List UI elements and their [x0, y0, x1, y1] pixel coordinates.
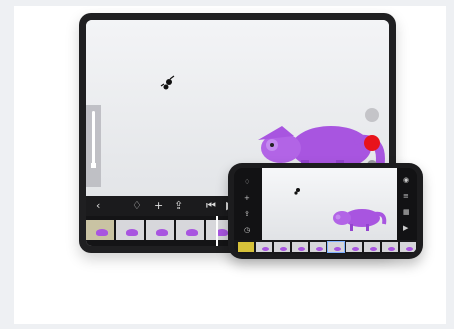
frame-thumbnail[interactable]	[346, 242, 362, 252]
camera-icon[interactable]: ◉	[403, 176, 409, 184]
add-icon[interactable]: +	[154, 199, 163, 213]
playhead-marker[interactable]	[216, 216, 218, 246]
frame-thumbnail[interactable]	[86, 220, 114, 240]
chameleon-thumb	[156, 229, 168, 236]
frame-thumbnail-selected[interactable]	[327, 241, 345, 253]
slider-handle[interactable]	[91, 163, 96, 168]
timer-icon[interactable]: ◷	[244, 226, 250, 234]
chameleon-thumb	[262, 247, 269, 251]
record-button[interactable]	[364, 135, 380, 151]
frame-thumbnail[interactable]	[256, 242, 272, 252]
brush-icon[interactable]: ♢	[132, 199, 142, 213]
frame-thumbnail[interactable]	[292, 242, 308, 252]
frame-thumbnail[interactable]	[238, 242, 254, 252]
play-icon[interactable]: ▶	[403, 224, 408, 232]
frame-thumbnail[interactable]	[382, 242, 398, 252]
fly-figure	[294, 188, 300, 195]
frame-thumbnail[interactable]	[364, 242, 380, 252]
chameleon-thumb	[96, 229, 108, 236]
frame-thumbnail[interactable]	[274, 242, 290, 252]
chameleon-thumb	[280, 247, 287, 251]
chameleon-thumb	[388, 247, 395, 251]
frame-thumbnail[interactable]	[176, 220, 204, 240]
chameleon-thumb	[334, 247, 341, 251]
back-icon[interactable]: ‹	[96, 199, 100, 213]
slider-track	[92, 111, 95, 165]
fly-figure	[160, 75, 175, 90]
frame-thumbnail[interactable]	[116, 220, 144, 240]
phone-scene-svg	[294, 188, 387, 231]
settings-icon[interactable]	[365, 108, 379, 122]
chameleon-figure	[333, 209, 387, 231]
chameleon-thumb	[352, 247, 359, 251]
frame-thumbnail[interactable]	[310, 242, 326, 252]
export-icon[interactable]: ⇪	[174, 199, 183, 213]
phone-screen: ♢ + ⇪ ◷ ◉ ≡ ▦ ▶	[234, 168, 417, 254]
chameleon-thumb	[298, 247, 305, 251]
phone-device: ♢ + ⇪ ◷ ◉ ≡ ▦ ▶	[228, 163, 423, 259]
phone-filmstrip[interactable]	[234, 240, 417, 254]
frame-thumbnail[interactable]	[400, 242, 416, 252]
chameleon-thumb	[370, 247, 377, 251]
export-icon[interactable]: ⇪	[244, 210, 250, 218]
onion-skin-slider[interactable]	[86, 105, 101, 187]
phone-left-toolbar: ♢ + ⇪ ◷	[234, 168, 262, 240]
phone-camera-stage	[262, 168, 397, 240]
phone-right-toolbar: ◉ ≡ ▦ ▶	[397, 168, 417, 240]
chameleon-thumb	[406, 247, 413, 251]
skip-start-icon[interactable]: ⏮	[206, 199, 216, 213]
ghost-icon[interactable]: ≡	[403, 192, 409, 200]
frame-thumbnail[interactable]	[146, 220, 174, 240]
grid-icon[interactable]: ▦	[403, 208, 410, 216]
brush-icon[interactable]: ♢	[244, 178, 250, 186]
chameleon-thumb	[186, 229, 198, 236]
chameleon-thumb	[126, 229, 138, 236]
chameleon-thumb	[316, 247, 323, 251]
add-icon[interactable]: +	[244, 194, 250, 202]
